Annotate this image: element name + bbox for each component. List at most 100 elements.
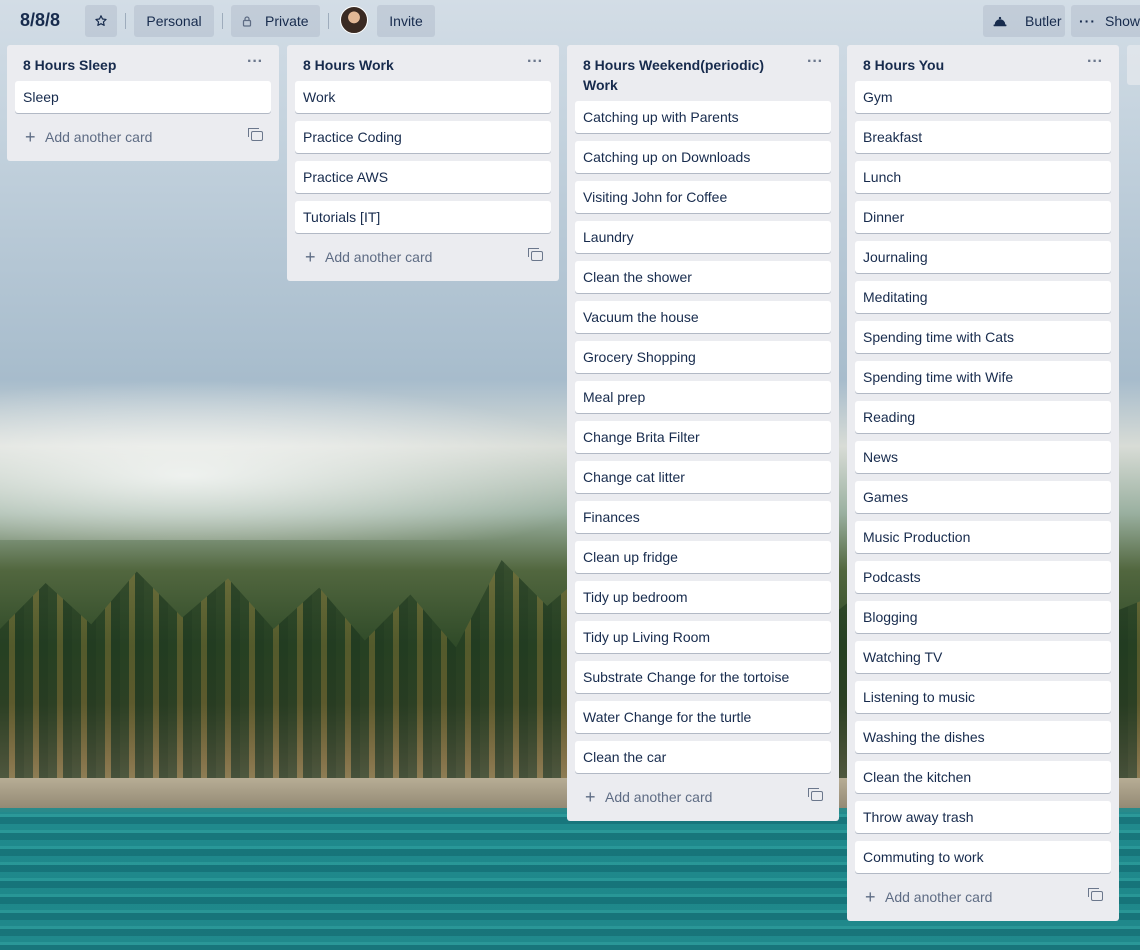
card[interactable]: Gym — [855, 81, 1111, 113]
plus-icon: + — [865, 887, 876, 907]
list-header[interactable]: 8 Hours You ··· — [855, 45, 1111, 81]
card[interactable]: Watching TV — [855, 641, 1111, 673]
card[interactable]: Games — [855, 481, 1111, 513]
card-template-icon[interactable] — [808, 788, 823, 801]
visibility-button[interactable]: Private — [231, 5, 320, 37]
card[interactable]: Water Change for the turtle — [575, 701, 831, 733]
card[interactable]: Vacuum the house — [575, 301, 831, 333]
more-icon: ··· — [1079, 13, 1096, 29]
card[interactable]: News — [855, 441, 1111, 473]
card[interactable]: Visiting John for Coffee — [575, 181, 831, 213]
plus-icon: + — [305, 247, 316, 267]
list-menu-icon[interactable]: ··· — [803, 53, 827, 77]
header-divider — [328, 13, 329, 29]
board-title[interactable]: 8/8/8 — [20, 10, 60, 31]
star-icon — [95, 15, 107, 26]
card[interactable]: Laundry — [575, 221, 831, 253]
list-menu-icon[interactable]: ··· — [243, 53, 267, 77]
card[interactable]: Lunch — [855, 161, 1111, 193]
card-template-icon[interactable] — [248, 128, 263, 141]
list-header[interactable]: 8 Hours Work ··· — [295, 45, 551, 81]
personal-button[interactable]: Personal — [134, 5, 214, 37]
list-header[interactable]: 8 Hours Weekend(periodic) Work ··· — [575, 45, 831, 101]
card[interactable]: Meditating — [855, 281, 1111, 313]
card[interactable]: Throw away trash — [855, 801, 1111, 833]
list-header[interactable]: 8 Hours Sleep ··· — [15, 45, 271, 81]
card[interactable]: Catching up on Downloads — [575, 141, 831, 173]
card[interactable]: Clean the car — [575, 741, 831, 773]
card-template-icon[interactable] — [528, 248, 543, 261]
card[interactable]: Dinner — [855, 201, 1111, 233]
card[interactable]: Podcasts — [855, 561, 1111, 593]
butler-button[interactable]: Butler — [983, 5, 1065, 37]
personal-label: Personal — [146, 13, 202, 29]
card[interactable]: Grocery Shopping — [575, 341, 831, 373]
list-8-hours-work: 8 Hours Work ··· Work Practice Coding Pr… — [287, 45, 559, 281]
card[interactable]: Practice AWS — [295, 161, 551, 193]
card-list: Work Practice Coding Practice AWS Tutori… — [295, 81, 551, 241]
list-title[interactable]: 8 Hours Work — [303, 57, 394, 73]
card[interactable]: Clean the kitchen — [855, 761, 1111, 793]
add-card-button[interactable]: + Add another card — [575, 781, 831, 813]
card[interactable]: Practice Coding — [295, 121, 551, 153]
list-title[interactable]: 8 Hours Sleep — [23, 57, 116, 73]
card[interactable]: Change cat litter — [575, 461, 831, 493]
card[interactable]: Catching up with Parents — [575, 101, 831, 133]
add-card-button[interactable]: + Add another card — [15, 121, 271, 153]
list-8-hours-you: 8 Hours You ··· Gym Breakfast Lunch Dinn… — [847, 45, 1119, 921]
list-8-hours-weekend-work: 8 Hours Weekend(periodic) Work ··· Catch… — [567, 45, 839, 821]
card[interactable]: Spending time with Wife — [855, 361, 1111, 393]
card[interactable]: Blogging — [855, 601, 1111, 633]
card[interactable]: Clean up fridge — [575, 541, 831, 573]
card[interactable]: Music Production — [855, 521, 1111, 553]
member-avatar[interactable] — [340, 6, 368, 34]
butler-label: Butler — [1025, 13, 1062, 29]
card[interactable]: Listening to music — [855, 681, 1111, 713]
list-title[interactable]: 8 Hours You — [863, 57, 944, 73]
show-menu-button[interactable]: ··· Show — [1071, 5, 1140, 37]
next-list-peek[interactable] — [1127, 45, 1140, 85]
lock-icon — [242, 15, 252, 27]
add-card-label: Add another card — [45, 129, 153, 145]
add-card-label: Add another card — [605, 789, 713, 805]
background-clouds — [0, 380, 620, 540]
card[interactable]: Finances — [575, 501, 831, 533]
card[interactable]: Journaling — [855, 241, 1111, 273]
butler-icon — [993, 16, 1007, 27]
invite-label: Invite — [389, 13, 423, 29]
invite-button[interactable]: Invite — [377, 5, 435, 37]
card[interactable]: Clean the shower — [575, 261, 831, 293]
card-list: Sleep — [15, 81, 271, 121]
private-label: Private — [265, 13, 309, 29]
card-list: Gym Breakfast Lunch Dinner Journaling Me… — [855, 81, 1111, 881]
list-8-hours-sleep: 8 Hours Sleep ··· Sleep + Add another ca… — [7, 45, 279, 161]
list-menu-icon[interactable]: ··· — [523, 53, 547, 77]
star-button[interactable] — [85, 5, 117, 37]
header-divider — [222, 13, 223, 29]
card[interactable]: Work — [295, 81, 551, 113]
list-menu-icon[interactable]: ··· — [1083, 53, 1107, 77]
card[interactable]: Change Brita Filter — [575, 421, 831, 453]
card[interactable]: Spending time with Cats — [855, 321, 1111, 353]
card[interactable]: Reading — [855, 401, 1111, 433]
card[interactable]: Substrate Change for the tortoise — [575, 661, 831, 693]
plus-icon: + — [25, 127, 36, 147]
card[interactable]: Tutorials [IT] — [295, 201, 551, 233]
card[interactable]: Washing the dishes — [855, 721, 1111, 753]
add-card-label: Add another card — [885, 889, 993, 905]
card-template-icon[interactable] — [1088, 888, 1103, 901]
card[interactable]: Breakfast — [855, 121, 1111, 153]
card[interactable]: Tidy up Living Room — [575, 621, 831, 653]
card[interactable]: Commuting to work — [855, 841, 1111, 873]
card[interactable]: Sleep — [15, 81, 271, 113]
plus-icon: + — [585, 787, 596, 807]
add-card-button[interactable]: + Add another card — [855, 881, 1111, 913]
show-label: Show — [1105, 13, 1140, 29]
board-header: 8/8/8 Personal Private Invite Butler ···… — [0, 0, 1140, 42]
header-divider — [125, 13, 126, 29]
add-card-label: Add another card — [325, 249, 433, 265]
card[interactable]: Tidy up bedroom — [575, 581, 831, 613]
card[interactable]: Meal prep — [575, 381, 831, 413]
list-title[interactable]: 8 Hours Weekend(periodic) Work — [583, 57, 764, 93]
add-card-button[interactable]: + Add another card — [295, 241, 551, 273]
